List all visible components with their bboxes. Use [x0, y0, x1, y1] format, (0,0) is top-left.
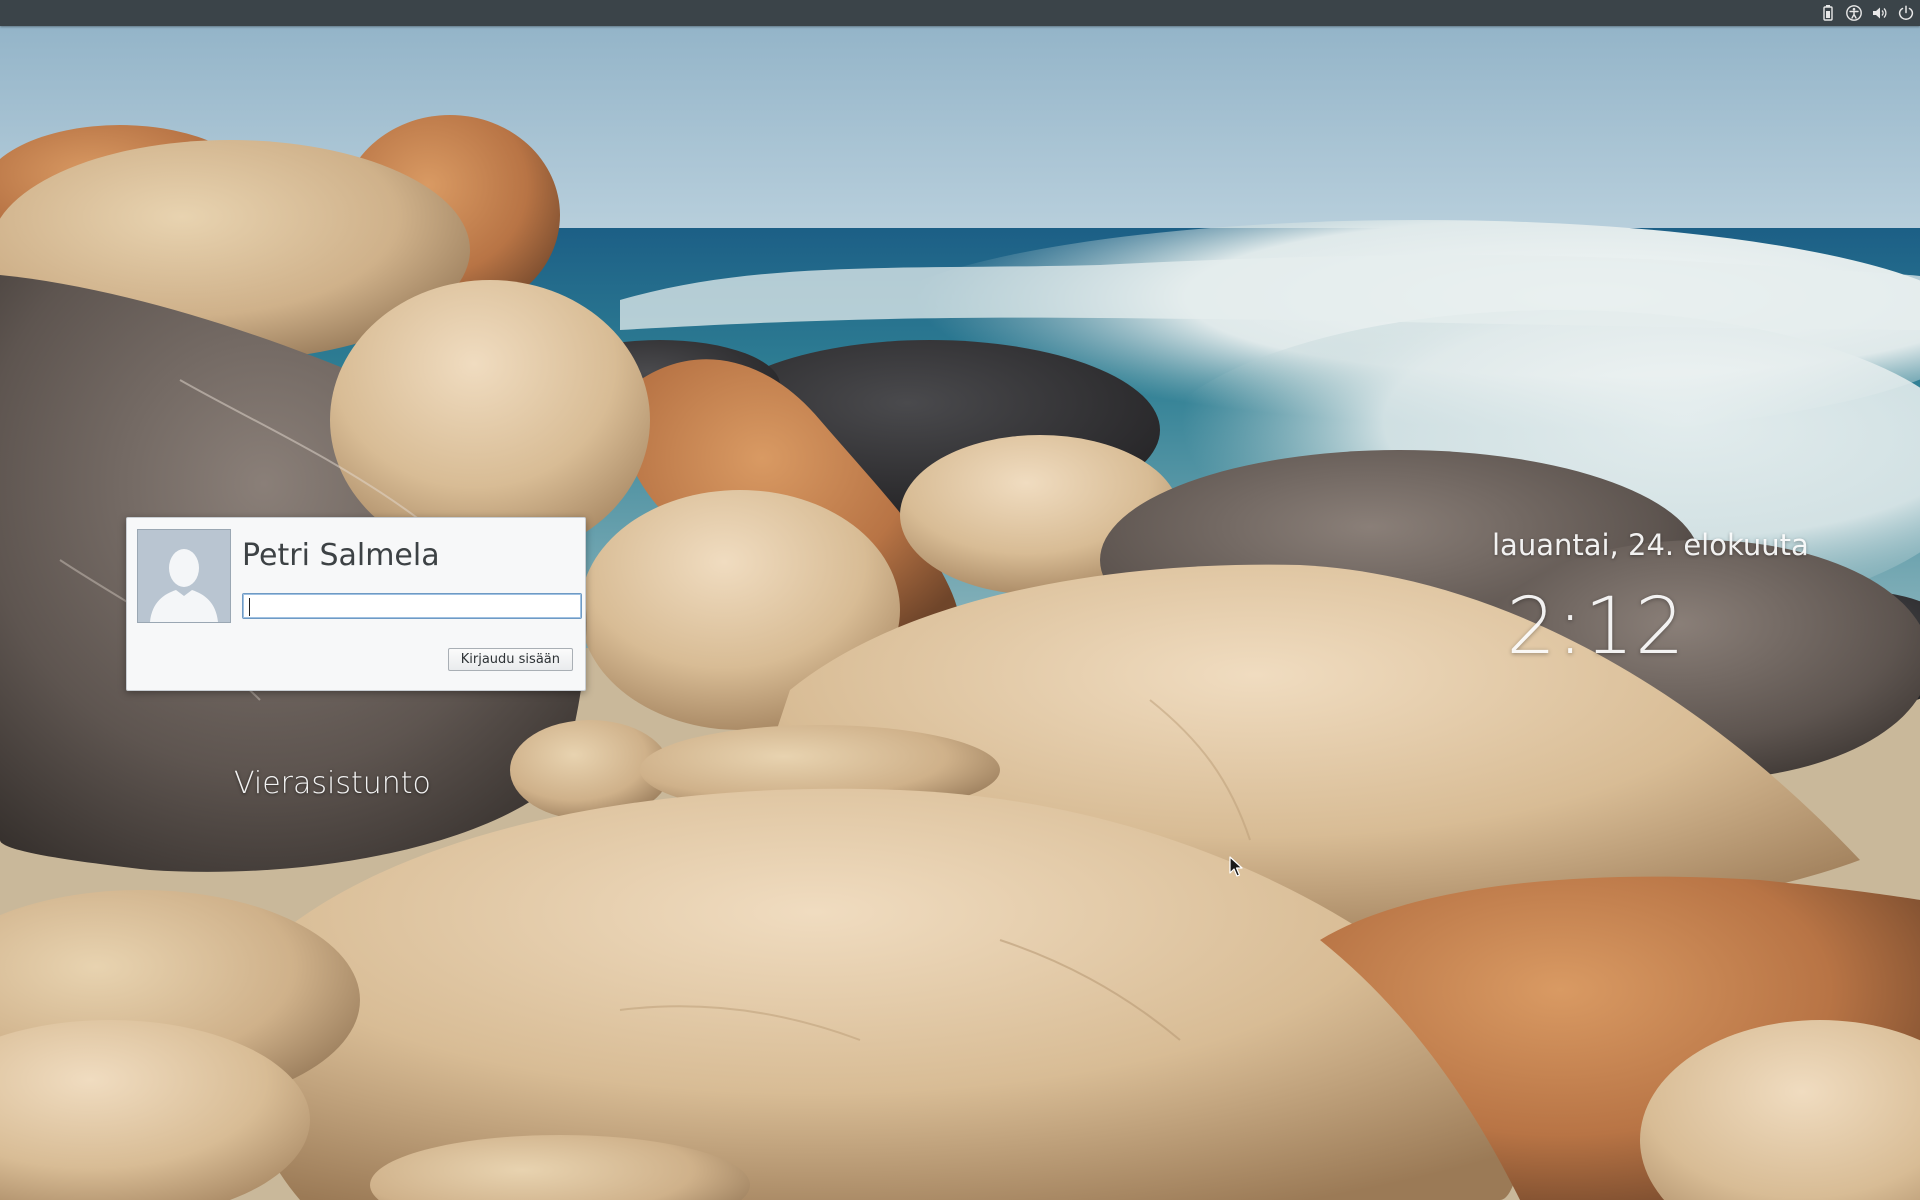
- clock-date: lauantai, 24. elokuuta: [1492, 528, 1809, 562]
- password-field[interactable]: [242, 593, 582, 619]
- user-name: Petri Salmela: [242, 538, 440, 573]
- login-screen: Petri Salmela Kirjaudu sisään Vierasistu…: [0, 0, 1920, 1200]
- mouse-pointer-icon: [1229, 856, 1243, 882]
- text-caret: [249, 598, 250, 616]
- battery-icon[interactable]: [1818, 3, 1838, 23]
- volume-icon[interactable]: [1870, 3, 1890, 23]
- indicator-tray: [1818, 0, 1916, 26]
- top-panel: [0, 0, 1920, 26]
- power-icon[interactable]: [1896, 3, 1916, 23]
- guest-session-option[interactable]: Vierasistunto: [234, 766, 431, 801]
- avatar: [137, 529, 231, 623]
- user-silhouette-icon: [138, 530, 230, 622]
- login-button[interactable]: Kirjaudu sisään: [447, 648, 573, 671]
- clock-time: 2:12: [1506, 582, 1686, 672]
- accessibility-icon[interactable]: [1844, 3, 1864, 23]
- login-card: Petri Salmela Kirjaudu sisään: [126, 517, 586, 691]
